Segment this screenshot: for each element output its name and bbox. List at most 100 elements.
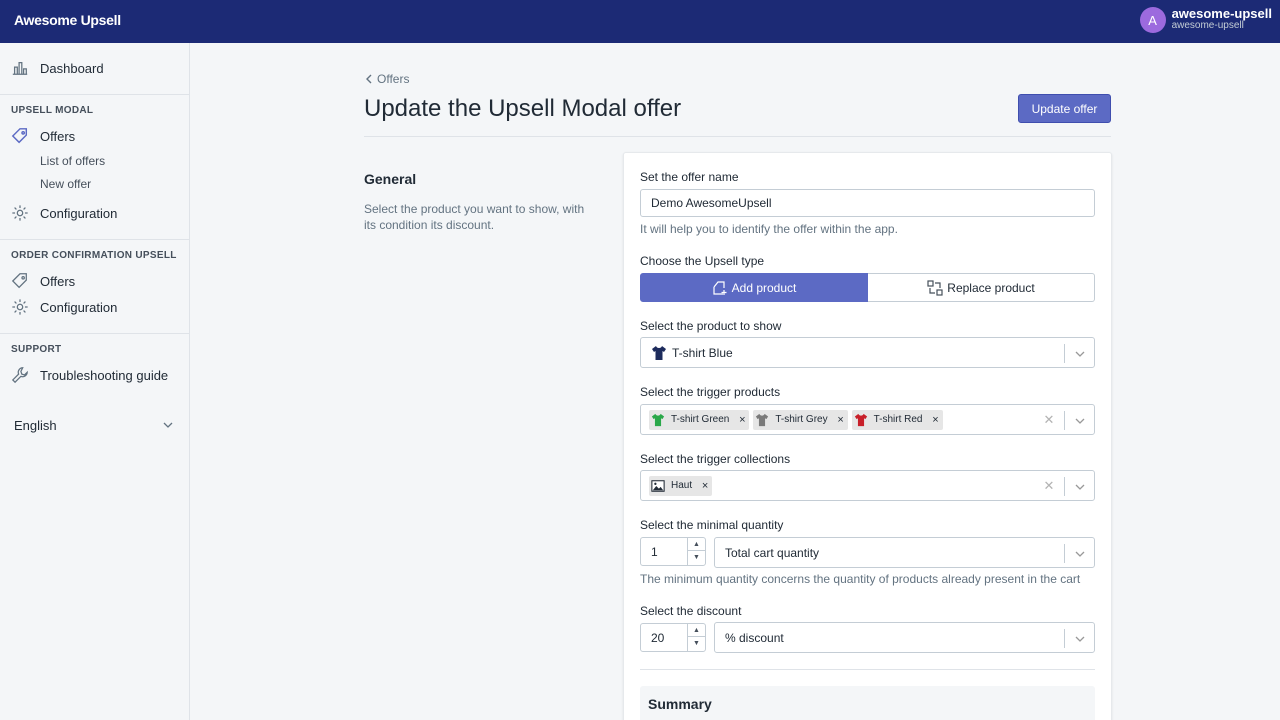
dropdown-indicator[interactable]: [1064, 629, 1094, 648]
minimal-quantity-label: Select the minimal quantity: [640, 518, 784, 532]
sidebar-item-label: Configuration: [40, 299, 118, 315]
section-title-upsell-modal: UPSELL MODAL: [11, 105, 94, 116]
trigger-products-select[interactable]: T-shirt Green × T-shirt Grey × T-shirt R…: [640, 404, 1095, 435]
trigger-products-label: Select the trigger products: [640, 385, 781, 399]
sidebar-item-order-offers[interactable]: Offers: [0, 269, 189, 293]
discount-stepper[interactable]: 20 ▲ ▼: [640, 623, 706, 652]
section-title-support: SUPPORT: [11, 344, 62, 355]
remove-chip-button[interactable]: ×: [700, 480, 710, 492]
breadcrumb[interactable]: Offers: [364, 72, 409, 86]
section-heading: General: [364, 171, 417, 187]
sidebar-item-label: Dashboard: [40, 60, 104, 76]
minimal-quantity-type-select[interactable]: Total cart quantity: [714, 537, 1095, 568]
minimal-quantity-stepper[interactable]: 1 ▲ ▼: [640, 537, 706, 566]
tag-icon: [11, 128, 28, 144]
sidebar: Dashboard UPSELL MODAL Offers List of of…: [0, 43, 190, 720]
sidebar-item-upsell-offers[interactable]: Offers: [0, 124, 189, 148]
increment-button[interactable]: ▲: [688, 538, 705, 551]
update-offer-button[interactable]: Update offer: [1018, 94, 1111, 123]
divider: [0, 239, 189, 240]
avatar[interactable]: A: [1139, 7, 1166, 33]
remove-chip-button[interactable]: ×: [737, 414, 747, 426]
divider: [0, 333, 189, 334]
replace-product-button[interactable]: Replace product: [868, 273, 1095, 302]
discount-value: 20: [651, 631, 665, 645]
app-logo[interactable]: Awesome Upsell: [14, 12, 121, 28]
chevron-left-icon: [366, 74, 372, 84]
product-to-show-select[interactable]: T-shirt Blue: [640, 337, 1095, 368]
summary-title: Summary: [648, 696, 712, 712]
tshirt-grey-icon: [756, 413, 769, 426]
dropdown-indicator[interactable]: [1064, 477, 1094, 496]
chip-label: T-shirt Green: [671, 414, 730, 425]
upsell-type-segmented: Add product Replace product: [640, 273, 1095, 302]
chip-label: Haut: [671, 480, 693, 491]
swap-icon: [927, 279, 943, 296]
chip-tshirt-grey: T-shirt Grey ×: [753, 409, 848, 430]
remove-chip-button[interactable]: ×: [931, 414, 941, 426]
discount-type-select[interactable]: % discount: [714, 622, 1095, 653]
replace-product-label: Replace product: [947, 280, 1035, 295]
decrement-button[interactable]: ▼: [688, 551, 705, 564]
dropdown-indicator[interactable]: [1064, 344, 1094, 363]
user-shop: awesome-upsell: [1171, 20, 1244, 31]
decrement-button[interactable]: ▼: [688, 637, 705, 650]
chip-collection-haut: Haut ×: [649, 475, 713, 496]
sidebar-item-order-configuration[interactable]: Configuration: [0, 295, 189, 319]
section-title-order-confirmation: ORDER CONFIRMATION UPSELL: [11, 250, 177, 261]
trigger-collections-select[interactable]: Haut × ✕: [640, 470, 1095, 501]
chevron-down-icon: [1075, 351, 1084, 357]
sidebar-item-troubleshooting[interactable]: Troubleshooting guide: [0, 363, 189, 387]
dropdown-indicator[interactable]: [1064, 544, 1094, 563]
tshirt-green-icon: [651, 413, 665, 426]
sidebar-item-dashboard[interactable]: Dashboard: [0, 56, 189, 80]
chevron-down-icon: [163, 422, 173, 428]
section-description: Select the product you want to show, wit…: [364, 202, 585, 232]
minimal-quantity-help: The minimum quantity concerns the quanti…: [640, 572, 1081, 586]
chevron-down-icon: [1075, 418, 1084, 424]
divider: [0, 94, 189, 95]
gear-icon: [12, 299, 28, 315]
chip-label: T-shirt Red: [873, 414, 923, 425]
minimal-quantity-value: 1: [651, 545, 658, 559]
add-product-label: Add product: [731, 280, 797, 295]
image-placeholder-icon: [651, 479, 665, 492]
language-select[interactable]: English: [14, 416, 174, 434]
language-label: English: [14, 417, 57, 433]
offer-name-field[interactable]: Demo AwesomeUpsell: [640, 189, 1095, 217]
divider: [364, 136, 1111, 137]
trigger-collections-label: Select the trigger collections: [640, 452, 791, 466]
wrench-icon: [11, 367, 28, 384]
sidebar-item-label: Troubleshooting guide: [40, 367, 169, 383]
user-menu[interactable]: A awesome-upsell awesome-upsell: [1139, 6, 1272, 33]
gear-icon: [12, 205, 28, 221]
sidebar-item-upsell-configuration[interactable]: Configuration: [0, 201, 189, 225]
discount-label: Select the discount: [640, 604, 742, 618]
product-to-show-value: T-shirt Blue: [672, 345, 733, 360]
discount-type-value: % discount: [725, 630, 784, 645]
upsell-type-label: Choose the Upsell type: [640, 254, 765, 268]
tshirt-red-icon: [854, 413, 867, 426]
chart-icon: [12, 61, 28, 75]
summary-panel: Summary: [640, 686, 1095, 720]
user-name: awesome-upsell: [1171, 6, 1272, 21]
clear-icon[interactable]: ✕: [1042, 478, 1056, 493]
add-product-icon: [713, 280, 727, 295]
chevron-down-icon: [1075, 484, 1084, 490]
breadcrumb-label: Offers: [377, 72, 410, 86]
sidebar-item-label: Offers: [40, 273, 76, 289]
chevron-down-icon: [1075, 636, 1084, 642]
offer-name-help: It will help you to identify the offer w…: [640, 222, 898, 236]
sidebar-subitem-list-of-offers[interactable]: List of offers: [40, 154, 105, 168]
dropdown-indicator[interactable]: [1064, 411, 1094, 430]
page-title: Update the Upsell Modal offer: [364, 95, 682, 122]
product-to-show-label: Select the product to show: [640, 319, 782, 333]
remove-chip-button[interactable]: ×: [836, 414, 846, 426]
sidebar-subitem-new-offer[interactable]: New offer: [40, 177, 91, 191]
add-product-button[interactable]: Add product: [640, 273, 868, 302]
clear-icon[interactable]: ✕: [1042, 412, 1056, 427]
increment-button[interactable]: ▲: [688, 624, 705, 637]
chip-tshirt-red: T-shirt Red ×: [851, 409, 943, 430]
divider: [640, 669, 1095, 670]
chip-tshirt-green: T-shirt Green ×: [649, 409, 750, 430]
